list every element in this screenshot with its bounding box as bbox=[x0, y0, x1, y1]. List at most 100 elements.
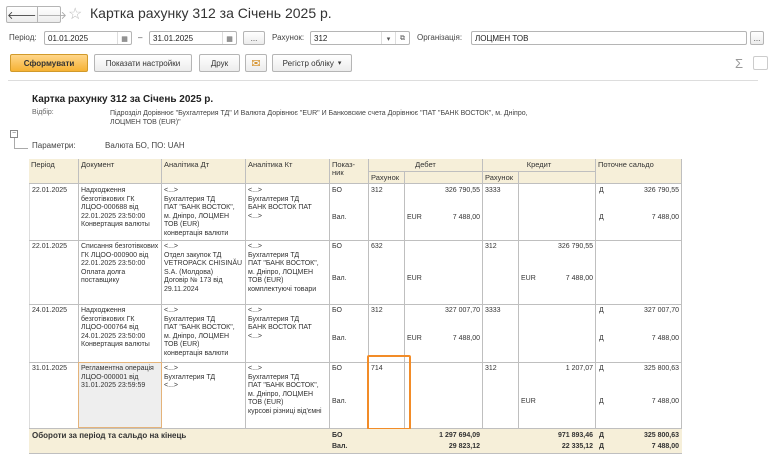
row-credit-account[interactable]: 3333 bbox=[483, 305, 518, 318]
row-debit-currency: EUR bbox=[407, 335, 422, 342]
accounting-register-button[interactable]: Регістр обліку ▾ bbox=[272, 54, 352, 72]
row-analytics-dt[interactable]: <...> Отдел закупок ТД VETROPACK CHISINĂ… bbox=[162, 241, 245, 303]
totals-credit-currency-sum[interactable]: 22 335,12 bbox=[519, 441, 595, 454]
date-from-value: 01.01.2025 bbox=[48, 34, 89, 43]
row-credit-currency: EUR bbox=[521, 275, 536, 282]
calendar-icon[interactable]: ▦ bbox=[117, 32, 131, 44]
row-analytics-dt[interactable]: <...> Бухгалтерия ТД ПАТ "БАНК ВОСТОК", … bbox=[162, 185, 245, 239]
row-analytics-kt[interactable]: <...> Бухгалтерия ТД ПАТ "БАНК ВОСТОК", … bbox=[246, 363, 329, 427]
send-email-button[interactable]: ✉ bbox=[245, 54, 267, 72]
row-balance-side: Д bbox=[599, 398, 604, 405]
print-button[interactable]: Друк bbox=[199, 54, 240, 72]
back-button[interactable]: 🡐 bbox=[7, 7, 37, 22]
organization-field[interactable]: ЛОЦМЕН ТОВ bbox=[471, 31, 747, 45]
row-debit-sum[interactable]: 327 007,70 bbox=[405, 305, 482, 318]
row-date[interactable]: 24.01.2025 bbox=[30, 305, 78, 318]
row-debit-currency: EUR bbox=[407, 214, 422, 221]
totals-debit-currency-sum[interactable]: 29 823,12 bbox=[405, 441, 482, 454]
report-title: Картка рахунку 312 за Січень 2025 р. bbox=[32, 94, 214, 105]
sum-icon[interactable]: Σ bbox=[735, 56, 743, 71]
row-debit-currency-sum[interactable]: 7 488,00 bbox=[435, 212, 482, 225]
row-date[interactable]: 31.01.2025 bbox=[30, 363, 78, 376]
row-balance-currency[interactable]: 7 488,00 bbox=[609, 333, 681, 346]
parameters-label: Параметри: bbox=[32, 141, 76, 150]
envelope-icon: ✉ bbox=[251, 57, 261, 70]
show-settings-button[interactable]: Показати настройки bbox=[94, 54, 192, 72]
favorite-star-icon[interactable]: ☆ bbox=[68, 4, 82, 24]
totals-balance-side: Д bbox=[599, 443, 604, 450]
column-header-debit: Дебет bbox=[369, 159, 483, 172]
row-indicator-bo: БО bbox=[332, 365, 342, 372]
row-indicator-bo: БО bbox=[332, 307, 342, 314]
selection-value: Підрозділ Дорівнює "Бухгалтерия ТД" И Ва… bbox=[110, 110, 528, 126]
row-balance-side: Д bbox=[599, 307, 604, 314]
row-credit-account[interactable]: 312 bbox=[483, 363, 518, 376]
open-icon[interactable]: ⧉ bbox=[395, 32, 409, 44]
row-date[interactable]: 22.01.2025 bbox=[30, 185, 78, 198]
account-label: Рахунок: bbox=[272, 33, 305, 42]
row-analytics-kt[interactable]: <...> Бухгалтерия ТД БАНК ВОСТОК ПАТ <..… bbox=[246, 305, 329, 361]
column-header-document: Документ bbox=[79, 159, 162, 184]
column-header-credit-sum bbox=[519, 172, 596, 184]
column-header-balance: Поточне сальдо bbox=[596, 159, 682, 184]
row-balance[interactable]: 326 790,55 bbox=[609, 185, 681, 198]
account-field[interactable]: 312 ▾ ⧉ bbox=[310, 31, 410, 45]
collapse-group-icon[interactable]: − bbox=[10, 130, 18, 138]
row-analytics-dt[interactable]: <...> Бухгалтерия ТД ПАТ "БАНК ВОСТОК", … bbox=[162, 305, 245, 361]
date-from-field[interactable]: 01.01.2025 ▦ bbox=[44, 31, 132, 45]
forward-button[interactable]: 🡒 bbox=[36, 7, 67, 22]
row-indicator-bo: БО bbox=[332, 187, 342, 194]
row-analytics-kt[interactable]: <...> Бухгалтерия ТД БАНК ВОСТОК ПАТ <..… bbox=[246, 185, 329, 239]
calculator-field[interactable] bbox=[753, 56, 768, 70]
row-debit-account[interactable]: 632 bbox=[369, 241, 404, 254]
row-balance[interactable]: 325 800,63 bbox=[609, 363, 681, 376]
row-credit-account[interactable]: 3333 bbox=[483, 185, 518, 198]
row-document[interactable]: Надходження безготівкових ГК ЛЦОО-000688… bbox=[79, 185, 161, 239]
row-credit-account[interactable]: 312 bbox=[483, 241, 518, 254]
date-to-field[interactable]: 31.01.2025 ▦ bbox=[149, 31, 237, 45]
row-analytics-kt[interactable]: <...> Бухгалтерия ТД ПАТ "БАНК ВОСТОК", … bbox=[246, 241, 329, 303]
period-label: Період: bbox=[9, 33, 37, 42]
date-to-value: 31.01.2025 bbox=[153, 34, 194, 43]
column-header-credit: Кредит bbox=[483, 159, 596, 172]
row-debit-account[interactable]: 312 bbox=[369, 305, 404, 318]
organization-select-button[interactable]: ... bbox=[750, 31, 764, 45]
row-balance-side: Д bbox=[599, 335, 604, 342]
row-credit-currency-sum[interactable]: 7 488,00 bbox=[549, 273, 595, 286]
totals-balance-currency[interactable]: 7 488,00 bbox=[609, 441, 681, 454]
row-debit-account[interactable]: 312 bbox=[369, 185, 404, 198]
row-analytics-dt[interactable]: <...> Бухгалтерия ТД <...> bbox=[162, 363, 245, 427]
column-header-period: Період bbox=[29, 159, 79, 184]
navigation-buttons: 🡐 🡒 bbox=[6, 6, 67, 23]
chevron-down-icon[interactable]: ▾ bbox=[381, 32, 395, 44]
group-line bbox=[14, 138, 15, 148]
row-balance-side: Д bbox=[599, 365, 604, 372]
calendar-icon[interactable]: ▦ bbox=[222, 32, 236, 44]
row-credit-sum[interactable]: 326 790,55 bbox=[519, 241, 595, 254]
row-credit-sum[interactable]: 1 207,07 bbox=[519, 363, 595, 376]
parameters-value: Валюта БО, ПО: UAH bbox=[105, 141, 185, 150]
row-debit-currency: EUR bbox=[407, 275, 422, 282]
row-indicator-bo: БО bbox=[332, 243, 342, 250]
totals-label: Обороти за період та сальдо на кінець bbox=[32, 431, 187, 440]
chevron-down-icon: ▾ bbox=[337, 60, 342, 67]
column-header-indicator: Показ-ник bbox=[330, 159, 369, 184]
row-indicator-val: Вал. bbox=[332, 214, 347, 221]
row-balance-currency[interactable]: 7 488,00 bbox=[609, 396, 681, 409]
column-header-credit-account: Рахунок bbox=[483, 172, 519, 184]
row-balance-currency[interactable]: 7 488,00 bbox=[609, 212, 681, 225]
row-document[interactable]: Надходження безготівкових ГК ЛЦОО-000764… bbox=[79, 305, 161, 361]
row-balance[interactable]: 327 007,70 bbox=[609, 305, 681, 318]
group-line bbox=[14, 148, 28, 149]
row-debit-currency-sum[interactable]: 7 488,00 bbox=[435, 333, 482, 346]
row-credit-currency: EUR bbox=[521, 398, 536, 405]
row-document-selected[interactable]: Регламентна операція ЛЦОО-000001 від 31.… bbox=[78, 362, 162, 428]
row-indicator-val: Вал. bbox=[332, 398, 347, 405]
column-header-analytics-dt: Аналітика Дт bbox=[162, 159, 246, 184]
period-select-button[interactable]: ... bbox=[243, 31, 265, 45]
row-debit-sum[interactable]: 326 790,55 bbox=[405, 185, 482, 198]
row-document[interactable]: Списання безготівкових ГК ЛЦОО-000900 ві… bbox=[79, 241, 161, 303]
column-header-analytics-kt: Аналітика Кт bbox=[246, 159, 330, 184]
generate-button[interactable]: Сформувати bbox=[10, 54, 88, 72]
row-date[interactable]: 22.01.2025 bbox=[30, 241, 78, 254]
